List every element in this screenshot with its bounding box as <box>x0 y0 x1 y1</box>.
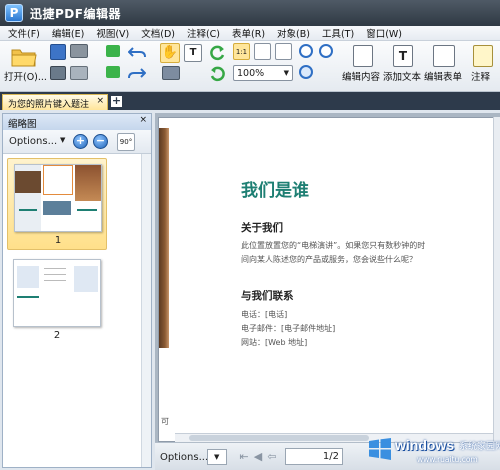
watermark-brand-cn: 系统家园网 <box>459 442 500 452</box>
fit-page-icon[interactable] <box>254 43 271 60</box>
redo-icon[interactable] <box>128 65 146 81</box>
page-fragment-text: 可 <box>161 417 169 426</box>
document-tabs: 为您的照片键入题注 × + <box>0 92 500 110</box>
page-photo-edge <box>159 128 169 348</box>
edit-content-label: 编辑内容 <box>342 72 381 83</box>
new-tab-button[interactable]: + <box>111 95 122 107</box>
menu-file[interactable]: 文件(F) <box>8 26 40 40</box>
rotate-page-button[interactable]: 90° <box>117 133 135 151</box>
thumbnail-panel-title: 缩略图 <box>8 119 37 130</box>
thumbnail-panel: 缩略图 × Options... ▼ + − 90° 1 2 <box>2 113 152 468</box>
thumbnail-panel-header: 缩略图 × <box>3 114 151 130</box>
page-number-input[interactable]: 1/2 <box>285 448 343 465</box>
horizontal-scroll-thumb[interactable] <box>189 435 369 441</box>
rotate-ccw-icon[interactable] <box>209 65 226 82</box>
watermark-url: www.ruaitu.com <box>417 455 478 464</box>
save-icon[interactable] <box>50 44 66 60</box>
window-title: 迅捷PDF编辑器 <box>30 6 121 21</box>
folder-icon <box>11 49 37 67</box>
menu-object[interactable]: 对象(B) <box>277 26 310 40</box>
menu-document[interactable]: 文档(D) <box>141 26 175 40</box>
edit-form-label: 编辑表单 <box>424 72 463 83</box>
chevron-down-icon: ▼ <box>283 69 289 77</box>
first-page-icon[interactable]: ⇤ <box>237 450 251 464</box>
chevron-down-icon[interactable]: ▼ <box>60 136 65 144</box>
next-view-icon[interactable] <box>106 66 120 78</box>
title-bar: P 迅捷PDF编辑器 <box>0 0 500 26</box>
open-button[interactable]: 打开(O)... <box>4 43 47 89</box>
edit-content-button[interactable]: 编辑内容 <box>342 43 382 89</box>
menu-form[interactable]: 表单(R) <box>232 26 265 40</box>
about-line-2: 间向某人陈述您的产品或服务，您会说些什么呢？ <box>241 255 417 264</box>
zoom-select[interactable]: 100% ▼ <box>233 65 293 81</box>
app-logo-icon: P <box>5 4 23 22</box>
scanner-icon[interactable] <box>70 44 88 58</box>
print-icon[interactable] <box>50 66 66 80</box>
prev-view-icon[interactable] <box>106 45 120 57</box>
watermark: windows 系统家园网 www.ruaitu.com <box>367 431 500 470</box>
about-line-1: 此位置放置您的“电梯演讲”。如果您只有数秒钟的时 <box>241 241 426 250</box>
edit-form-button[interactable]: 编辑表单 <box>424 43 464 89</box>
zoom-in-icon[interactable] <box>299 44 313 58</box>
watermark-brand: windows <box>395 437 455 453</box>
thumbnail-image <box>14 164 102 232</box>
tab-active-document[interactable]: 为您的照片键入题注 × <box>2 94 108 110</box>
thumbnail-toolbar: Options... ▼ + − 90° <box>3 130 151 154</box>
select-text-icon[interactable]: T <box>184 44 202 62</box>
chevron-down-icon[interactable]: ▼ <box>214 453 219 461</box>
add-text-icon: T <box>393 45 413 67</box>
page-heading: 我们是谁 <box>241 181 309 201</box>
contact-title: 与我们联系 <box>241 290 294 302</box>
zoom-out-thumb-button[interactable]: − <box>93 134 108 149</box>
open-label: 打开(O)... <box>4 72 47 83</box>
snapshot-icon[interactable] <box>162 66 180 80</box>
menu-tools[interactable]: 工具(T) <box>322 26 354 40</box>
magnifier-icon[interactable] <box>299 65 313 79</box>
vertical-scrollbar[interactable] <box>493 117 500 442</box>
thumbnail-page-2[interactable]: 2 <box>7 254 107 344</box>
annotate-label: 注释 <box>471 72 491 83</box>
hand-tool-icon[interactable]: ✋ <box>160 43 180 63</box>
add-text-button[interactable]: T 添加文本 <box>383 43 423 89</box>
page-total: /2 <box>329 451 339 462</box>
menu-window[interactable]: 窗口(W) <box>366 26 402 40</box>
view-options-dropdown[interactable]: Options... <box>160 452 208 463</box>
tab-label: 为您的照片键入题注 <box>8 100 90 110</box>
contact-phone: 电话：[电话] <box>241 310 288 319</box>
toolbar: 打开(O)... ✋ T 1:1 100% ▼ 编辑内容 T 添加文本 编辑表单… <box>0 41 500 92</box>
menu-bar: 文件(F) 编辑(E) 视图(V) 文档(D) 注释(C) 表单(R) 对象(B… <box>0 26 500 41</box>
annotate-button[interactable]: 注释 <box>468 43 498 89</box>
back-icon[interactable]: ⇦ <box>265 450 279 464</box>
undo-icon[interactable] <box>128 44 146 60</box>
menu-comment[interactable]: 注释(C) <box>187 26 220 40</box>
zoom-out-icon[interactable] <box>319 44 333 58</box>
about-title: 关于我们 <box>241 222 283 234</box>
zoom-in-thumb-button[interactable]: + <box>73 134 88 149</box>
zoom-value: 100% <box>237 68 265 79</box>
thumbnail-page-number: 1 <box>54 235 62 246</box>
windows-logo-icon <box>369 438 391 460</box>
previous-page-icon[interactable]: ◀ <box>251 450 265 464</box>
close-icon[interactable]: × <box>96 96 104 106</box>
close-icon[interactable]: × <box>139 115 147 125</box>
fit-width-icon[interactable] <box>275 43 292 60</box>
menu-view[interactable]: 视图(V) <box>96 26 129 40</box>
thumbnail-page-1[interactable]: 1 <box>7 158 107 250</box>
annotate-icon <box>473 45 493 67</box>
options-dropdown[interactable]: Options... <box>9 136 57 147</box>
menu-edit[interactable]: 编辑(E) <box>52 26 84 40</box>
edit-content-icon <box>353 45 373 67</box>
contact-website: 网站：[Web 地址] <box>241 338 308 347</box>
fax-icon[interactable] <box>70 66 88 80</box>
edit-form-icon <box>433 45 455 67</box>
rotate-cw-icon[interactable] <box>209 44 226 61</box>
add-text-label: 添加文本 <box>383 72 422 83</box>
thumbnail-image <box>13 259 101 327</box>
pdf-page[interactable]: 我们是谁 关于我们 此位置放置您的“电梯演讲”。如果您只有数秒钟的时 间向某人陈… <box>158 117 500 442</box>
actual-size-button[interactable]: 1:1 <box>233 43 250 60</box>
thumbnail-scrollbar[interactable] <box>141 154 151 467</box>
contact-email: 电子邮件：[电子邮件地址] <box>241 324 336 333</box>
thumbnail-page-number: 2 <box>53 330 61 341</box>
document-viewport: 我们是谁 关于我们 此位置放置您的“电梯演讲”。如果您只有数秒钟的时 间向某人陈… <box>155 113 500 470</box>
